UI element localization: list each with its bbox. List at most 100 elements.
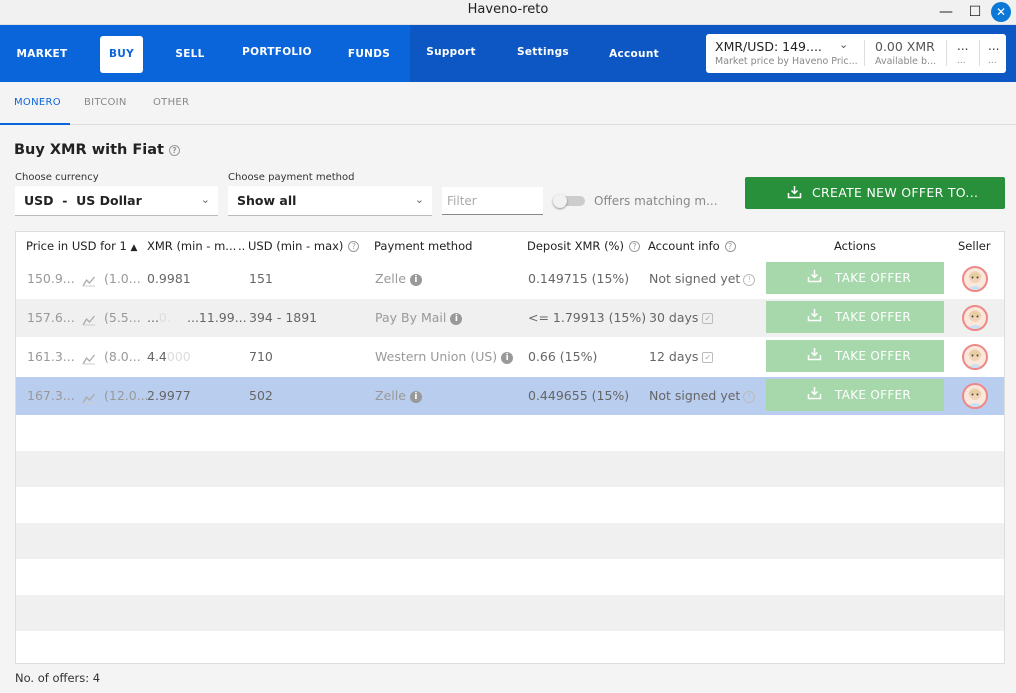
- currency-select[interactable]: USD - US Dollar ⌄: [15, 186, 218, 216]
- divider: [946, 40, 947, 66]
- tab-other[interactable]: OTHER: [153, 97, 189, 108]
- nav-buy[interactable]: BUY: [100, 36, 143, 73]
- xmr-amount: 2.9977: [147, 388, 191, 403]
- filter-input[interactable]: [442, 187, 543, 215]
- col-more[interactable]: ..: [238, 239, 245, 253]
- payment-method-select-value: Show all: [237, 193, 297, 208]
- info-icon[interactable]: i: [501, 351, 514, 364]
- nav-account[interactable]: Account: [604, 36, 664, 73]
- table-row[interactable]: 161.3... (8.0... 4.4000 710 Western Union (U…: [16, 338, 1004, 376]
- col-deposit-label: Deposit XMR (%): [527, 239, 624, 253]
- page-title: Buy XMR with Fiat?: [14, 142, 180, 158]
- col-account[interactable]: Account info?: [648, 239, 736, 253]
- info-icon[interactable]: i: [409, 273, 422, 286]
- currency-tabs: MONERO BITCOIN OTHER: [0, 82, 1016, 125]
- col-usd-label: USD (min - max): [248, 239, 344, 253]
- tab-bitcoin[interactable]: BITCOIN: [84, 97, 127, 108]
- offers-table: Price in USD for 1 ▲ XMR (min - m... .. …: [15, 231, 1005, 664]
- nav-market[interactable]: MARKET: [9, 36, 75, 73]
- minimize-button[interactable]: —: [936, 2, 956, 22]
- help-icon[interactable]: ?: [168, 144, 180, 156]
- nav-support[interactable]: Support: [423, 34, 479, 71]
- chart-icon[interactable]: [82, 272, 96, 287]
- create-offer-button[interactable]: CREATE NEW OFFER TO...: [745, 177, 1005, 209]
- col-payment[interactable]: Payment method: [374, 239, 472, 253]
- empty-row: [16, 451, 1004, 487]
- help-icon[interactable]: ?: [628, 241, 640, 252]
- seller-avatar[interactable]: [962, 383, 988, 409]
- tab-monero[interactable]: MONERO: [14, 97, 61, 108]
- account-info-label: Not signed yet: [649, 271, 741, 286]
- col-seller: Seller: [958, 239, 991, 253]
- empty-row: [16, 595, 1004, 631]
- warning-icon[interactable]: !: [743, 273, 756, 286]
- chart-icon[interactable]: [82, 311, 96, 326]
- take-offer-button[interactable]: TAKE OFFER: [766, 340, 944, 372]
- chevron-down-icon[interactable]: ⌄: [839, 38, 848, 51]
- price-value: 157.6...: [27, 310, 75, 325]
- download-icon: [787, 185, 802, 202]
- window-title: Haveno-reto: [467, 2, 549, 17]
- chart-icon[interactable]: [82, 389, 96, 404]
- window-titlebar: Haveno-reto — ☐ ✕: [0, 0, 1016, 25]
- seller-avatar[interactable]: [962, 344, 988, 370]
- col-account-label: Account info: [648, 239, 720, 253]
- col-actions: Actions: [834, 239, 877, 253]
- help-icon[interactable]: ?: [348, 241, 360, 252]
- page-title-text: Buy XMR with Fiat: [14, 142, 164, 158]
- col-deposit[interactable]: Deposit XMR (%)?: [527, 239, 640, 253]
- table-row[interactable]: 157.6... (5.5... ...0. ...11.99... 394 - 189…: [16, 299, 1004, 337]
- market-price[interactable]: XMR/USD: 149....: [715, 39, 822, 54]
- deposit-value: 0.66 (15%): [528, 349, 598, 364]
- table-row[interactable]: 150.9... (1.0... 0.9981 151 Zelle i 0.149715 (…: [16, 260, 1004, 298]
- col-xmr[interactable]: XMR (min - m...: [147, 239, 236, 253]
- create-offer-label: CREATE NEW OFFER TO...: [812, 185, 979, 200]
- offers-matching-toggle[interactable]: [553, 194, 585, 208]
- take-offer-button[interactable]: TAKE OFFER: [766, 262, 944, 294]
- payment-method-select[interactable]: Show all ⌄: [228, 186, 432, 216]
- take-offer-button[interactable]: TAKE OFFER: [766, 379, 944, 411]
- seller-avatar[interactable]: [962, 266, 988, 292]
- price-percent: (12.0...: [104, 388, 149, 403]
- xmr-amount-value: 0.9981: [147, 271, 191, 286]
- usd-amount: 502: [249, 388, 273, 403]
- sort-arrow-icon: ▲: [130, 243, 138, 253]
- xmr-amount-value: 4.4: [147, 349, 167, 364]
- info-icon[interactable]: i: [409, 390, 422, 403]
- take-offer-button[interactable]: TAKE OFFER: [766, 301, 944, 333]
- col-price[interactable]: Price in USD for 1 ▲: [26, 239, 137, 253]
- pending-balance: ...: [957, 39, 969, 53]
- price-percent: (8.0...: [104, 349, 141, 364]
- pending-balance-label: ...: [957, 56, 966, 66]
- table-row[interactable]: 167.3... (12.0... 2.9977 502 Zelle i 0.449655 …: [16, 377, 1004, 415]
- check-icon: ✓: [702, 313, 714, 324]
- download-icon: [807, 386, 822, 403]
- chart-icon[interactable]: [82, 350, 96, 365]
- empty-row: [16, 487, 1004, 523]
- help-icon[interactable]: ?: [724, 241, 736, 252]
- nav-funds[interactable]: FUNDS: [343, 36, 395, 73]
- nav-portfolio[interactable]: PORTFOLIO: [239, 34, 315, 71]
- warning-icon[interactable]: !: [743, 390, 756, 403]
- maximize-button[interactable]: ☐: [965, 2, 985, 22]
- close-button[interactable]: ✕: [991, 2, 1011, 22]
- xmr-amount: 4.4000: [147, 349, 191, 364]
- info-icon[interactable]: i: [450, 312, 463, 325]
- chevron-down-icon: ⌄: [200, 193, 210, 206]
- table-header: Price in USD for 1 ▲ XMR (min - m... .. …: [16, 232, 1004, 260]
- price-value: 161.3...: [27, 349, 75, 364]
- xmr-amount: 0.9981: [147, 271, 191, 286]
- nav-settings[interactable]: Settings: [514, 34, 572, 71]
- empty-row: [16, 415, 1004, 451]
- offers-matching-label: Offers matching m...: [594, 194, 718, 208]
- deposit-value: 0.449655 (15%): [528, 388, 630, 403]
- account-info: 30 days ✓: [649, 310, 714, 325]
- col-usd[interactable]: USD (min - max)?: [248, 239, 360, 253]
- nav-sell[interactable]: SELL: [168, 36, 212, 73]
- seller-avatar[interactable]: [962, 305, 988, 331]
- divider: [864, 40, 865, 66]
- xmr-amount-max: ...11.99...: [187, 310, 247, 325]
- take-offer-label: TAKE OFFER: [835, 271, 912, 285]
- price-value: 167.3...: [27, 388, 75, 403]
- balance-box: XMR/USD: 149.... Market price by Haveno …: [706, 34, 1006, 73]
